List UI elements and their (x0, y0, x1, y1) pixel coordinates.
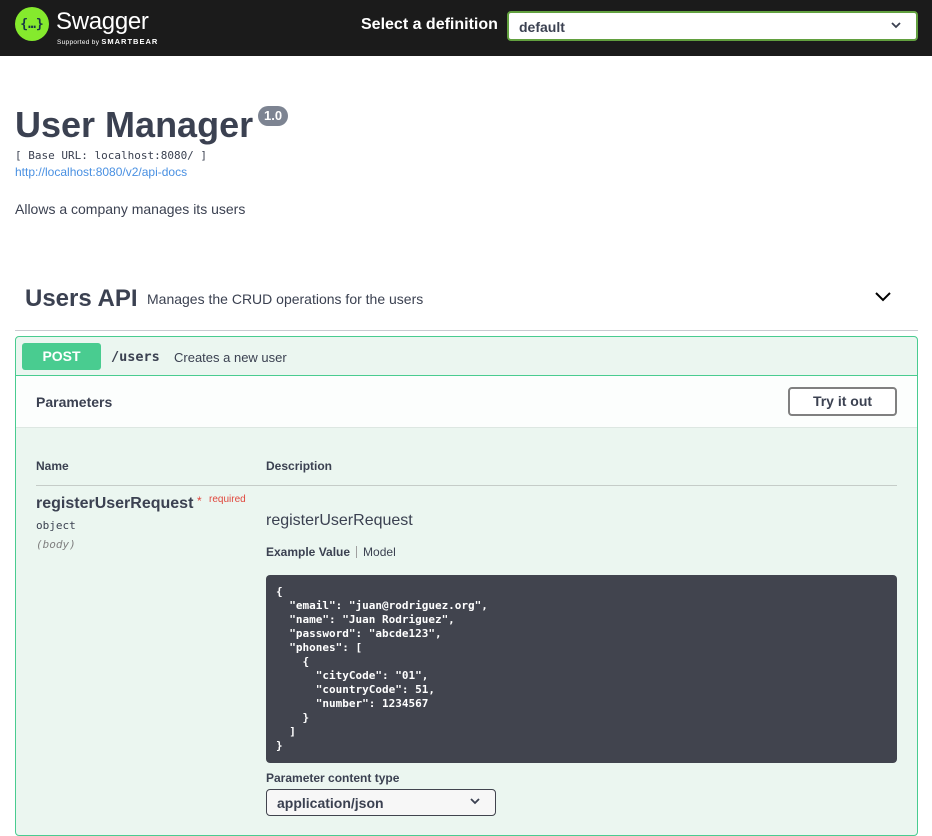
definition-select-value: default (519, 19, 565, 35)
required-star: * (197, 494, 202, 508)
definition-select[interactable]: default (507, 11, 918, 41)
method-badge: POST (22, 343, 101, 370)
column-header-description: Description (266, 459, 333, 473)
parameters-section-header: Parameters Try it out (16, 376, 917, 428)
content-type-label: Parameter content type (266, 771, 400, 785)
api-docs-link[interactable]: http://localhost:8080/v2/api-docs (15, 165, 187, 179)
chevron-down-icon (470, 798, 480, 805)
tag-name[interactable]: Users API (25, 285, 138, 313)
parameter-in: (body) (36, 538, 76, 551)
chevron-down-icon[interactable] (874, 290, 892, 304)
table-divider (36, 485, 897, 486)
logo-title[interactable]: Swagger (56, 8, 149, 36)
tag-header-users-api[interactable]: Users API Manages the CRUD operations fo… (15, 273, 918, 331)
logo-sub-brand: SMARTBEAR (101, 37, 159, 46)
chevron-down-icon (891, 22, 901, 29)
tab-example-value[interactable]: Example Value (266, 545, 350, 559)
example-model-tabs: Example Value Model (266, 545, 396, 559)
try-it-out-button[interactable]: Try it out (788, 387, 897, 416)
tab-model[interactable]: Model (363, 545, 396, 559)
base-url: [ Base URL: localhost:8080/ ] (15, 149, 208, 162)
schema-name: registerUserRequest (266, 512, 413, 529)
parameters-title: Parameters (36, 394, 113, 410)
api-description: Allows a company manages its users (15, 201, 246, 217)
tag-description: Manages the CRUD operations for the user… (147, 291, 424, 307)
page-title: User Manager (15, 104, 254, 145)
definition-label: Select a definition (361, 16, 498, 33)
required-label: required (209, 494, 246, 505)
operation-path: /users (111, 349, 160, 365)
operation-summary: Creates a new user (174, 350, 287, 365)
version-badge: 1.0 (258, 106, 289, 126)
logo-sub-prefix: Supported by (57, 39, 100, 46)
content-type-value: application/json (277, 795, 384, 811)
tab-separator (356, 546, 358, 558)
swagger-logo-icon[interactable]: {…} (15, 7, 49, 41)
topbar: {…} Swagger Supported by SMARTBEAR Selec… (0, 0, 932, 56)
parameter-type: object (36, 519, 76, 532)
opblock-post-users: POST /users Creates a new user Parameter… (15, 336, 918, 836)
column-header-name: Name (36, 459, 69, 473)
parameter-name: registerUserRequest (36, 495, 194, 512)
logo-subtitle: Supported by SMARTBEAR (57, 37, 158, 46)
opblock-summary[interactable]: POST /users Creates a new user (16, 337, 917, 376)
content-type-select[interactable]: application/json (266, 789, 496, 816)
example-value-code[interactable]: { "email": "juan@rodriguez.org", "name":… (266, 575, 897, 763)
